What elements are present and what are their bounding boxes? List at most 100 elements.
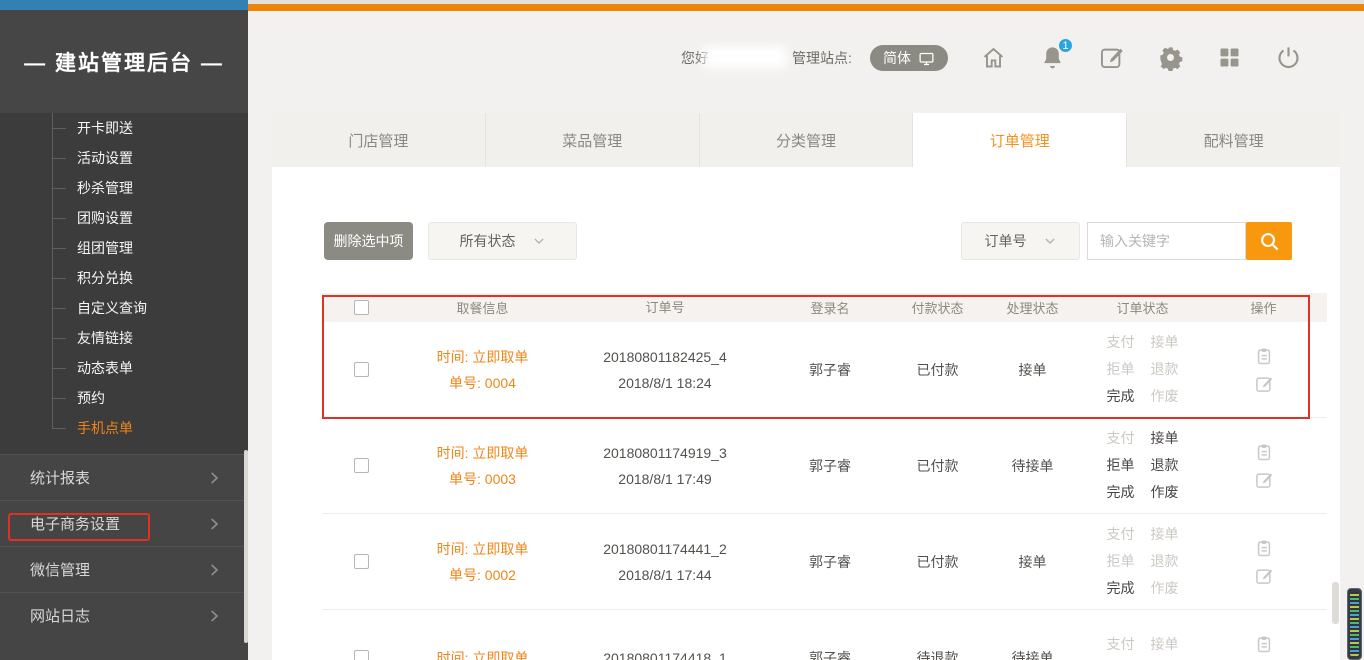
sidebar-section-1[interactable]: 电子商务设置 <box>0 500 248 546</box>
clipboard-icon[interactable] <box>1254 346 1274 366</box>
sidebar-item-1[interactable]: 活动设置 <box>0 143 248 173</box>
order-status-link: 作废 <box>1151 383 1179 410</box>
order-status-link[interactable]: 退款 <box>1151 452 1179 479</box>
tab-3[interactable]: 订单管理 <box>913 113 1127 167</box>
login-name: 郭子睿 <box>765 648 895 660</box>
order-status-link: 接单 <box>1151 521 1179 548</box>
sidebar-section-label: 统计报表 <box>30 467 90 488</box>
edit-row-icon[interactable] <box>1254 566 1274 586</box>
sidebar-section-3[interactable]: 网站日志 <box>0 592 248 638</box>
order-time: 2018/8/1 17:49 <box>618 466 711 492</box>
sidebar-item-3[interactable]: 团购设置 <box>0 203 248 233</box>
process-status: 接单 <box>980 552 1085 572</box>
keyword-input[interactable] <box>1087 222 1246 260</box>
order-time: 2018/8/1 17:44 <box>618 562 711 588</box>
table-header-row: 取餐信息订单号登录名付款状态处理状态订单状态操作 <box>322 293 1327 322</box>
order-status-link[interactable]: 完成 <box>1107 479 1135 506</box>
order-status-links: 支付接单拒单退款 <box>1107 631 1179 660</box>
sidebar-item-8[interactable]: 动态表单 <box>0 353 248 383</box>
login-name: 郭子睿 <box>765 552 895 572</box>
tab-bar: 门店管理菜品管理分类管理订单管理配料管理 <box>272 113 1340 167</box>
sidebar-item-10[interactable]: 手机点单 <box>0 413 248 443</box>
page-scrollbar-thumb[interactable] <box>1332 582 1339 624</box>
chevron-down-icon <box>532 234 546 248</box>
column-header-2: 登录名 <box>765 298 895 317</box>
edit-row-icon[interactable] <box>1254 470 1274 490</box>
tab-1[interactable]: 菜品管理 <box>486 113 700 167</box>
order-status-link[interactable]: 完成 <box>1107 575 1135 602</box>
order-status-link: 接单 <box>1151 329 1179 356</box>
sidebar-item-9[interactable]: 预约 <box>0 383 248 413</box>
tab-2[interactable]: 分类管理 <box>700 113 914 167</box>
order-status-link: 支付 <box>1107 425 1135 452</box>
equalizer-widget[interactable] <box>1347 588 1362 660</box>
sidebar: — 建站管理后台 — 开卡即送活动设置秒杀管理团购设置组团管理积分兑换自定义查询… <box>0 10 248 660</box>
edit-row-icon[interactable] <box>1254 374 1274 394</box>
row-checkbox[interactable] <box>354 458 369 473</box>
order-status-link: 拒单 <box>1107 548 1135 575</box>
pickup-number: 单号: 0003 <box>449 466 516 492</box>
sidebar-sections: 统计报表电子商务设置微信管理网站日志 <box>0 454 248 660</box>
clipboard-icon[interactable] <box>1254 442 1274 462</box>
row-checkbox[interactable] <box>354 362 369 377</box>
sidebar-section-label: 电子商务设置 <box>30 513 120 534</box>
edit-icon[interactable] <box>1097 43 1125 71</box>
chevron-right-icon <box>206 562 222 578</box>
pickup-time: 时间: 立即取单 <box>437 440 529 466</box>
search-field-dropdown[interactable]: 订单号 <box>961 222 1080 260</box>
apps-grid-icon[interactable] <box>1215 43 1243 71</box>
order-status-link[interactable]: 拒单 <box>1107 452 1135 479</box>
order-status-link: 接单 <box>1151 631 1179 658</box>
order-status-link: 退款 <box>1151 548 1179 575</box>
sidebar-section-0[interactable]: 统计报表 <box>0 454 248 500</box>
pickup-time: 时间: 立即取单 <box>437 645 529 660</box>
search-icon <box>1258 230 1281 253</box>
home-icon[interactable] <box>979 43 1007 71</box>
payment-status: 待退款 <box>895 648 980 660</box>
sidebar-item-4[interactable]: 组团管理 <box>0 233 248 263</box>
order-number: 20180801174418_1 <box>603 645 727 660</box>
gear-icon[interactable] <box>1156 43 1184 71</box>
status-filter-dropdown[interactable]: 所有状态 <box>428 222 577 260</box>
delete-selected-button[interactable]: 删除选中项 <box>324 222 413 260</box>
payment-status: 已付款 <box>895 552 980 572</box>
sidebar-item-2[interactable]: 秒杀管理 <box>0 173 248 203</box>
sidebar-scrollbar[interactable] <box>244 450 248 643</box>
tab-4[interactable]: 配料管理 <box>1127 113 1340 167</box>
process-status: 待接单 <box>980 456 1085 476</box>
login-name: 郭子睿 <box>765 456 895 476</box>
sidebar-submenu: 开卡即送活动设置秒杀管理团购设置组团管理积分兑换自定义查询友情链接动态表单预约手… <box>0 113 248 443</box>
bell-icon[interactable]: 1 <box>1038 43 1066 71</box>
payment-status: 已付款 <box>895 360 980 380</box>
tab-0[interactable]: 门店管理 <box>272 113 486 167</box>
select-all-checkbox[interactable] <box>354 300 369 315</box>
column-header-0: 取餐信息 <box>400 298 565 317</box>
table-row: 时间: 立即取单单号: 0003 20180801174919_32018/8/1… <box>322 418 1327 514</box>
column-header-3: 付款状态 <box>895 298 980 317</box>
pickup-number: 单号: 0002 <box>449 562 516 588</box>
row-checkbox[interactable] <box>354 650 369 660</box>
column-header-6: 操作 <box>1200 298 1327 317</box>
language-label: 简体 <box>883 48 911 68</box>
pickup-time: 时间: 立即取单 <box>437 344 529 370</box>
search-button[interactable] <box>1246 222 1292 260</box>
order-number: 20180801174441_2 <box>603 536 727 562</box>
sidebar-section-2[interactable]: 微信管理 <box>0 546 248 592</box>
order-number: 20180801174919_3 <box>603 440 727 466</box>
username-redacted <box>703 46 787 68</box>
chevron-right-icon <box>206 516 222 532</box>
sidebar-item-6[interactable]: 自定义查询 <box>0 293 248 323</box>
clipboard-icon[interactable] <box>1254 634 1274 654</box>
language-button[interactable]: 简体 <box>870 45 948 71</box>
power-icon[interactable] <box>1274 43 1302 71</box>
pickup-number: 单号: 0004 <box>449 370 516 396</box>
sidebar-item-7[interactable]: 友情链接 <box>0 323 248 353</box>
sidebar-item-5[interactable]: 积分兑换 <box>0 263 248 293</box>
pickup-time: 时间: 立即取单 <box>437 536 529 562</box>
sidebar-item-0[interactable]: 开卡即送 <box>0 113 248 143</box>
clipboard-icon[interactable] <box>1254 538 1274 558</box>
order-status-link[interactable]: 作废 <box>1151 479 1179 506</box>
row-checkbox[interactable] <box>354 554 369 569</box>
order-status-link[interactable]: 完成 <box>1107 383 1135 410</box>
order-status-link[interactable]: 接单 <box>1151 425 1179 452</box>
